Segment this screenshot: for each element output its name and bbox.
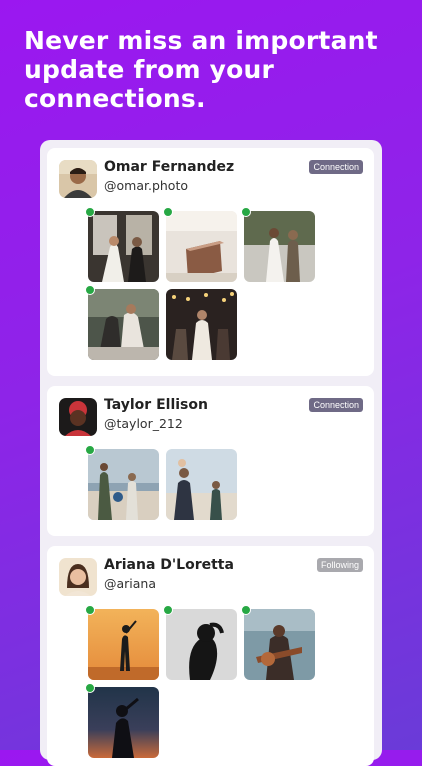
avatar-taylor-icon (59, 398, 97, 436)
user-handle[interactable]: @ariana (104, 576, 156, 591)
photo-thumbnail[interactable] (166, 289, 237, 360)
relationship-badge: Connection (309, 160, 363, 174)
user-handle[interactable]: @taylor_212 (104, 416, 183, 431)
green-dot-icon (163, 605, 173, 615)
photo-thumbnail[interactable] (166, 449, 237, 520)
green-dot-icon (85, 605, 95, 615)
green-dot-icon (85, 683, 95, 693)
photo-thumbnail[interactable] (166, 609, 237, 680)
green-dot-icon (85, 285, 95, 295)
avatar-ariana-icon (59, 558, 97, 596)
photo-thumbnail[interactable] (88, 289, 159, 360)
avatar[interactable] (59, 558, 97, 596)
user-handle[interactable]: @omar.photo (104, 178, 188, 193)
green-dot-icon (85, 445, 95, 455)
feed-card-ariana[interactable]: Ariana D'Loretta @ariana Following (47, 546, 374, 766)
photo-thumbnail[interactable] (88, 609, 159, 680)
avatar-omar-icon (59, 160, 97, 198)
green-dot-icon (241, 207, 251, 217)
photo-thumbnail[interactable] (244, 211, 315, 282)
green-dot-icon (163, 207, 173, 217)
avatar[interactable] (59, 398, 97, 436)
feed-card-omar[interactable]: Omar Fernandez @omar.photo Connection (47, 148, 374, 376)
photo-thumbnail[interactable] (166, 211, 237, 282)
relationship-badge: Connection (309, 398, 363, 412)
promo-headline: Never miss an important update from your… (24, 26, 378, 113)
user-name[interactable]: Ariana D'Loretta (104, 557, 234, 573)
green-dot-icon (241, 605, 251, 615)
avatar[interactable] (59, 160, 97, 198)
user-name[interactable]: Taylor Ellison (104, 397, 208, 413)
green-dot-icon (85, 207, 95, 217)
photo-thumbnail[interactable] (88, 449, 159, 520)
photo-thumbnail[interactable] (88, 211, 159, 282)
user-name[interactable]: Omar Fernandez (104, 159, 234, 175)
photo-thumbnail[interactable] (244, 609, 315, 680)
feed-card-taylor[interactable]: Taylor Ellison @taylor_212 Connection (47, 386, 374, 536)
photo-thumbnail[interactable] (88, 687, 159, 758)
relationship-badge: Following (316, 558, 363, 572)
